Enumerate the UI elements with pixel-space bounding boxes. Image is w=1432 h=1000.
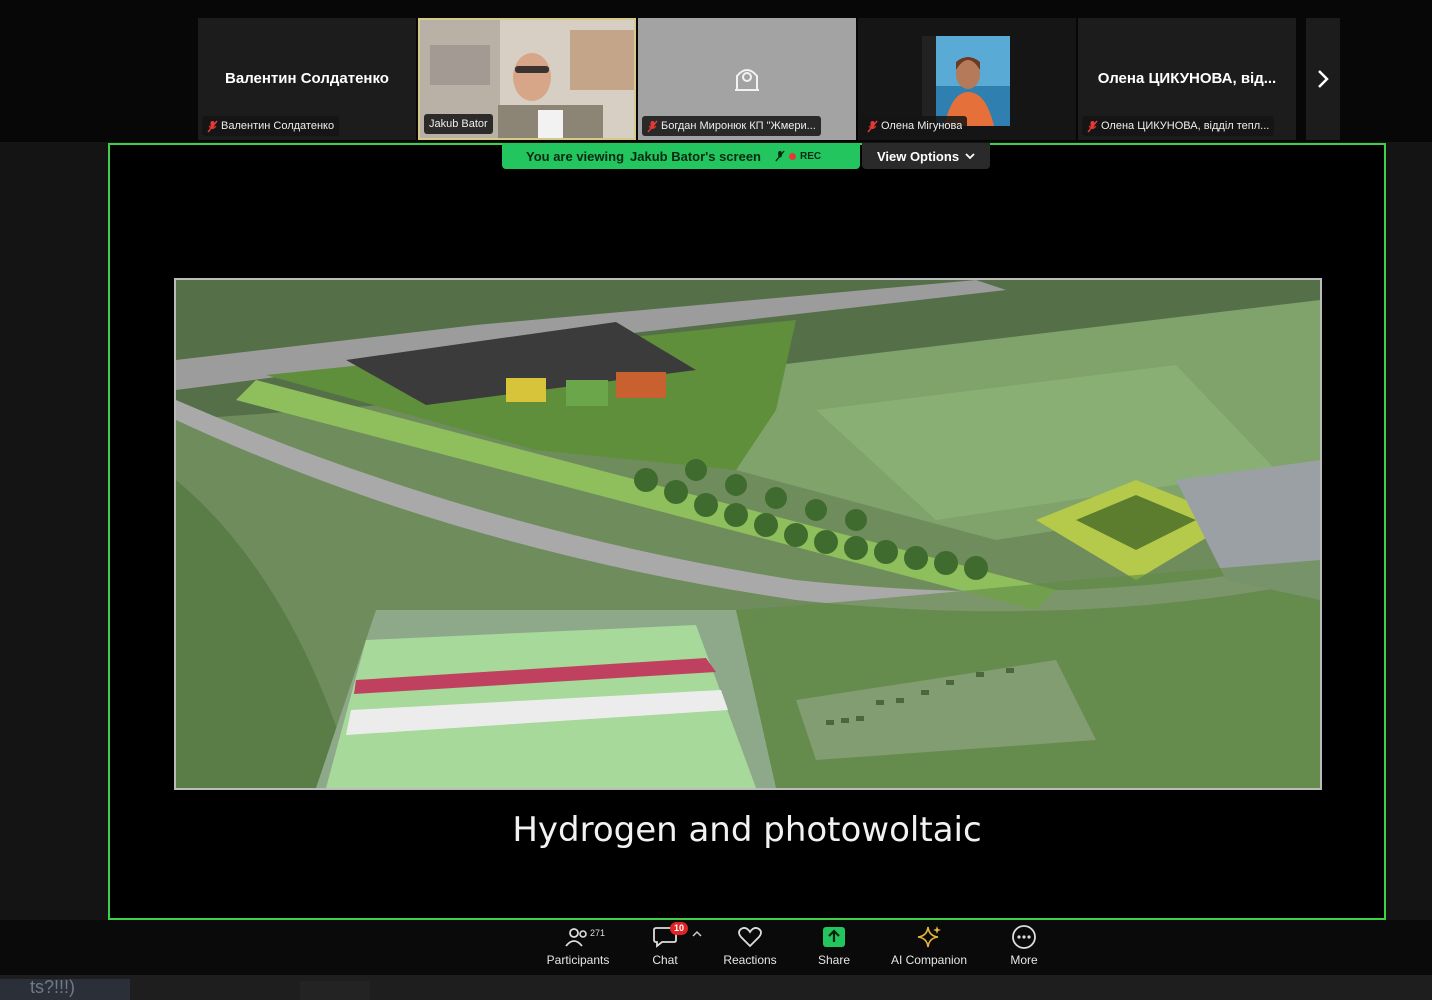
ai-companion-label: AI Companion — [890, 953, 968, 967]
participant-name-label: Олена ЦИКУНОВА, відділ тепл... — [1082, 116, 1275, 136]
view-options-label: View Options — [876, 148, 960, 164]
slide-title: Hydrogen and photowoltaic — [512, 810, 982, 850]
share-banner-presenter: Jakub Bator's screen — [630, 148, 761, 164]
participants-count: 271 — [590, 928, 606, 938]
participant-tile[interactable]: Валентин Солдатенко Валентин Солдатенко — [198, 18, 416, 140]
participants-icon — [565, 928, 587, 947]
chevron-up-icon[interactable] — [692, 930, 702, 938]
mic-muted-icon — [867, 120, 878, 132]
participant-tile-active-speaker[interactable]: Jakub Bator — [418, 18, 636, 140]
ai-sparkle-icon — [917, 926, 941, 948]
chevron-down-icon — [965, 153, 975, 160]
aerial-rendering — [176, 280, 1320, 788]
participant-tile[interactable]: Олена Мігунова — [858, 18, 1076, 140]
meeting-toolbar: 271 Participants 10 Chat Reactions Share… — [0, 920, 1432, 975]
participants-button[interactable]: 271 Participants — [544, 924, 612, 967]
chat-label: Chat — [652, 953, 678, 967]
share-screen-button[interactable]: Share — [814, 924, 854, 967]
slide-aerial-image — [174, 278, 1322, 790]
chat-unread-badge: 10 — [670, 922, 689, 935]
mic-muted-icon — [207, 120, 218, 132]
share-screen-icon — [823, 927, 845, 947]
chat-button[interactable]: 10 Chat — [640, 922, 690, 967]
participant-name-label: Олена Мігунова — [862, 116, 968, 136]
chevron-right-icon — [1318, 70, 1329, 88]
more-dots-icon — [1012, 925, 1036, 949]
next-page-button[interactable] — [1306, 18, 1340, 140]
background-window-fragment — [300, 981, 370, 1000]
participant-name-label: Jakub Bator — [424, 114, 493, 134]
participant-tile[interactable]: Олена ЦИКУНОВА, від... Олена ЦИКУНОВА, в… — [1078, 18, 1296, 140]
background-window-strip: ts?!!!) — [0, 975, 1432, 1000]
participant-name-label: Валентин Солдатенко — [202, 116, 340, 136]
recording-indicator: REC — [775, 150, 821, 162]
participant-tile[interactable]: Богдан Миронюк КП "Жмери... — [638, 18, 856, 140]
share-label: Share — [817, 953, 851, 967]
mic-muted-icon — [647, 120, 658, 132]
avatar-placeholder-icon — [735, 69, 759, 91]
screen-share-banner: You are viewing Jakub Bator's screen REC — [502, 143, 860, 169]
participant-strip: Валентин Солдатенко Валентин Солдатенко … — [0, 0, 1432, 142]
participant-display-name: Олена ЦИКУНОВА, від... — [1097, 70, 1277, 87]
background-window-text: ts?!!!) — [30, 977, 76, 997]
ai-companion-button[interactable]: AI Companion — [886, 924, 972, 967]
rec-label: REC — [800, 150, 822, 162]
record-dot-icon — [789, 152, 796, 160]
reactions-label: Reactions — [723, 953, 777, 967]
share-banner-viewing: You are viewing — [526, 148, 625, 164]
more-button[interactable]: More — [1004, 924, 1044, 967]
mic-muted-icon — [1087, 120, 1098, 132]
heart-icon — [738, 927, 762, 948]
view-options-button[interactable]: View Options — [862, 143, 990, 169]
shared-screen: Hydrogen and photowoltaic — [108, 143, 1386, 920]
reactions-button[interactable]: Reactions — [720, 924, 780, 967]
participant-display-name: Валентин Солдатенко — [225, 70, 389, 87]
more-label: More — [1010, 953, 1038, 967]
participants-label: Participants — [546, 953, 610, 967]
participant-name-label: Богдан Миронюк КП "Жмери... — [642, 116, 821, 136]
participant-photo — [922, 36, 1010, 126]
mic-muted-icon — [775, 150, 785, 162]
